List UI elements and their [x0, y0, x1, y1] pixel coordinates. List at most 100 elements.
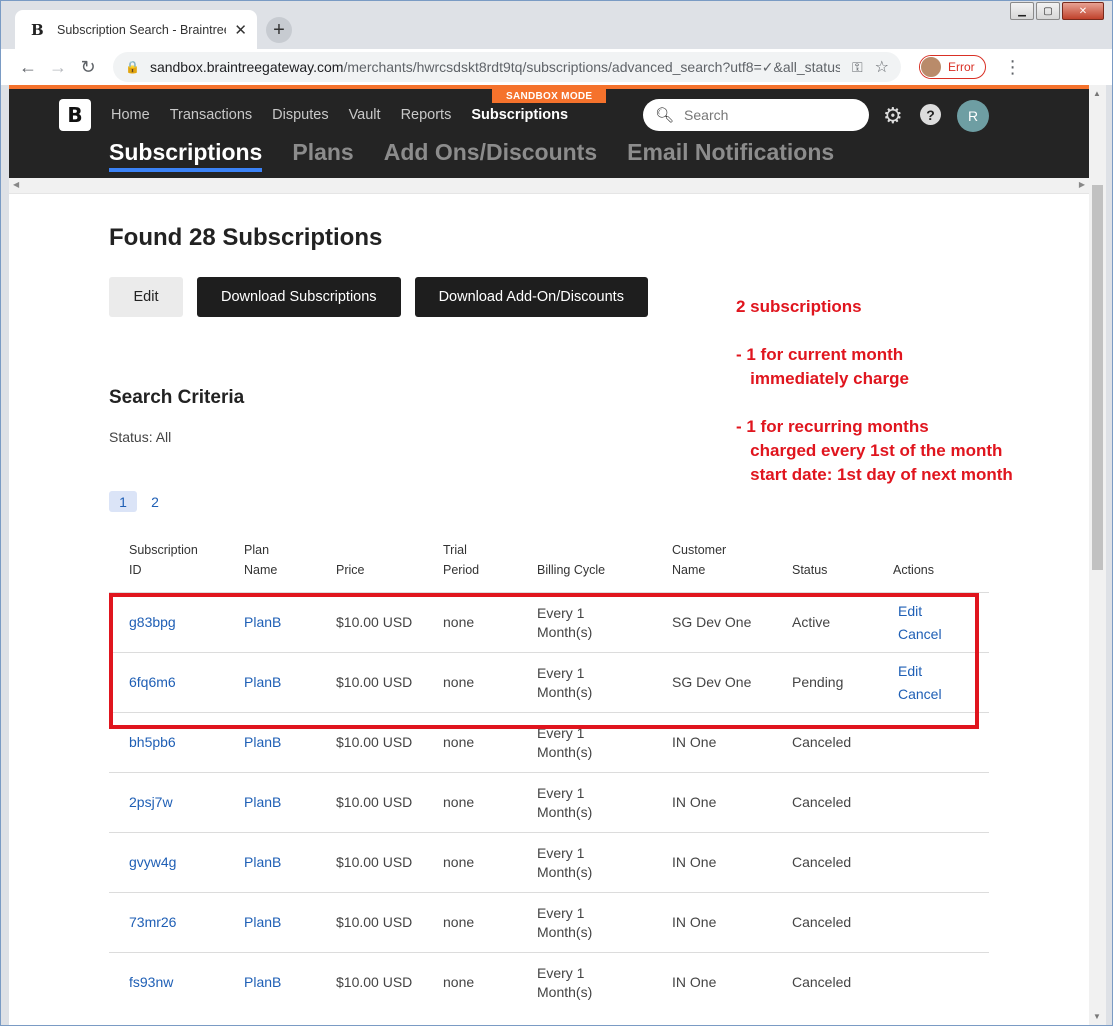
- col-plan-name[interactable]: Plan Name: [244, 532, 336, 593]
- col-billing-cycle[interactable]: Billing Cycle: [537, 532, 672, 593]
- header-label: Actions: [893, 563, 934, 577]
- forward-arrow-icon[interactable]: →: [43, 57, 73, 78]
- url-path: /merchants/hwrcsdskt8rdt9tq/subscription…: [343, 58, 840, 75]
- cell-status: Canceled: [792, 772, 893, 833]
- lock-icon[interactable]: 🔒: [125, 60, 140, 74]
- cell-actions: [893, 952, 989, 1013]
- scroll-up-icon[interactable]: ▲: [1093, 89, 1101, 98]
- col-status[interactable]: Status: [792, 532, 893, 593]
- scroll-right-icon[interactable]: ▶: [1079, 180, 1085, 189]
- cell-billing-cycle: Every 1 Month(s): [537, 832, 672, 893]
- cell-billing-cycle: Every 1 Month(s): [537, 892, 672, 953]
- header-label: Customer Name: [672, 543, 727, 577]
- col-price[interactable]: Price: [336, 532, 443, 593]
- minimize-button[interactable]: ▁: [1010, 2, 1034, 20]
- nav-transactions[interactable]: Transactions: [170, 107, 252, 123]
- cell-status: Canceled: [792, 952, 893, 1013]
- scroll-down-icon[interactable]: ▼: [1093, 1012, 1101, 1021]
- cell-actions: [893, 772, 989, 833]
- red-highlight-box: [109, 593, 979, 729]
- scroll-left-icon[interactable]: ◀: [13, 180, 19, 189]
- profile-avatar: [920, 56, 942, 78]
- window-controls: ▁ ▢ ✕: [1008, 2, 1104, 20]
- braintree-logo[interactable]: B: [59, 99, 91, 131]
- tab-add-ons-discounts[interactable]: Add Ons/Discounts: [384, 139, 597, 172]
- table-header-row: Subscription ID Plan Name Price Trial Pe…: [109, 532, 989, 593]
- nav-subscriptions[interactable]: Subscriptions: [471, 107, 568, 123]
- window-close-button[interactable]: ✕: [1062, 2, 1104, 20]
- cell-trial-period: none: [443, 772, 537, 833]
- url-text[interactable]: sandbox.braintreegateway.com/merchants/h…: [150, 59, 840, 76]
- cell-plan-name[interactable]: PlanB: [244, 772, 336, 833]
- table-row: gvyw4g PlanB $10.00 USD none Every 1 Month(s…: [109, 832, 989, 893]
- braintree-header: SANDBOX MODE B Home Transactions Dispute…: [9, 89, 1089, 178]
- search-input[interactable]: [684, 107, 855, 123]
- user-avatar[interactable]: R: [957, 100, 989, 132]
- cell-plan-name[interactable]: PlanB: [244, 892, 336, 953]
- cell-customer-name: IN One: [672, 952, 792, 1013]
- gear-icon[interactable]: ⚙: [883, 103, 903, 129]
- header-label: Status: [792, 563, 828, 577]
- key-icon[interactable]: ⚿: [852, 59, 863, 76]
- col-customer-name[interactable]: Customer Name: [672, 532, 792, 593]
- cell-subscription-id[interactable]: 2psj7w: [109, 772, 244, 833]
- nav-disputes[interactable]: Disputes: [272, 107, 328, 123]
- page-2[interactable]: 2: [141, 491, 169, 512]
- search-box[interactable]: 🔍︎: [643, 99, 869, 131]
- edit-button[interactable]: Edit: [109, 277, 183, 317]
- bookmark-star-icon[interactable]: ☆: [875, 57, 889, 77]
- scrollbar-thumb[interactable]: [1092, 185, 1103, 570]
- nav-vault[interactable]: Vault: [349, 107, 381, 123]
- cell-actions: [893, 832, 989, 893]
- nav-home[interactable]: Home: [111, 107, 150, 123]
- search-criteria-title: Search Criteria: [109, 387, 245, 408]
- browser-toolbar: ← → ↻ 🔒 sandbox.braintreegateway.com/mer…: [1, 49, 1112, 85]
- download-addons-button[interactable]: Download Add-On/Discounts: [414, 277, 648, 317]
- tab-subscriptions[interactable]: Subscriptions: [109, 139, 263, 172]
- table-row: 2psj7w PlanB $10.00 USD none Every 1 Month(s…: [109, 772, 989, 833]
- cell-trial-period: none: [443, 832, 537, 893]
- help-icon[interactable]: ?: [920, 104, 941, 125]
- tab-title: Subscription Search - Braintree G: [57, 22, 227, 37]
- red-annotation-note: 2 subscriptions - 1 for current month im…: [736, 297, 1013, 484]
- nav-reports[interactable]: Reports: [401, 107, 452, 123]
- cell-subscription-id[interactable]: fs93nw: [109, 952, 244, 1013]
- cell-subscription-id[interactable]: gvyw4g: [109, 832, 244, 893]
- kebab-menu-icon[interactable]: ⋮: [1004, 57, 1022, 78]
- vertical-scrollbar[interactable]: ▲ ▼: [1089, 85, 1106, 1025]
- col-subscription-id[interactable]: Subscription ID: [109, 532, 244, 593]
- cell-trial-period: none: [443, 892, 537, 953]
- cell-customer-name: IN One: [672, 772, 792, 833]
- cell-billing-cycle: Every 1 Month(s): [537, 772, 672, 833]
- page-1[interactable]: 1: [109, 491, 137, 512]
- url-domain: sandbox.braintreegateway.com: [149, 58, 344, 75]
- download-subscriptions-button[interactable]: Download Subscriptions: [197, 277, 401, 317]
- cell-trial-period: none: [443, 952, 537, 1013]
- tab-plans[interactable]: Plans: [292, 139, 353, 172]
- horizontal-scrollbar[interactable]: ◀ ▶: [9, 178, 1089, 194]
- browser-tab[interactable]: B Subscription Search - Braintree G ✕: [15, 10, 257, 49]
- cell-actions: [893, 892, 989, 953]
- tab-close-icon[interactable]: ✕: [234, 21, 247, 39]
- profile-button[interactable]: Error: [919, 55, 986, 79]
- cell-plan-name[interactable]: PlanB: [244, 832, 336, 893]
- browser-window: B Subscription Search - Braintree G ✕ + …: [0, 0, 1113, 1026]
- back-arrow-icon[interactable]: ←: [13, 57, 43, 78]
- cell-price: $10.00 USD: [336, 952, 443, 1013]
- sandbox-mode-badge: SANDBOX MODE: [492, 89, 607, 103]
- maximize-button[interactable]: ▢: [1036, 2, 1060, 20]
- reload-icon[interactable]: ↻: [73, 57, 103, 78]
- header-label: Billing Cycle: [537, 563, 606, 577]
- cell-price: $10.00 USD: [336, 772, 443, 833]
- cell-price: $10.00 USD: [336, 892, 443, 953]
- cell-customer-name: IN One: [672, 832, 792, 893]
- col-trial-period[interactable]: Trial Period: [443, 532, 537, 593]
- address-bar[interactable]: 🔒 sandbox.braintreegateway.com/merchants…: [113, 52, 901, 82]
- search-icon: 🔍︎: [655, 107, 675, 124]
- new-tab-button[interactable]: +: [266, 17, 292, 43]
- cell-subscription-id[interactable]: 73mr26: [109, 892, 244, 953]
- tab-email-notifications[interactable]: Email Notifications: [627, 139, 834, 172]
- header-label: Price: [336, 563, 365, 577]
- cell-plan-name[interactable]: PlanB: [244, 952, 336, 1013]
- pagination: 1 2: [109, 491, 173, 512]
